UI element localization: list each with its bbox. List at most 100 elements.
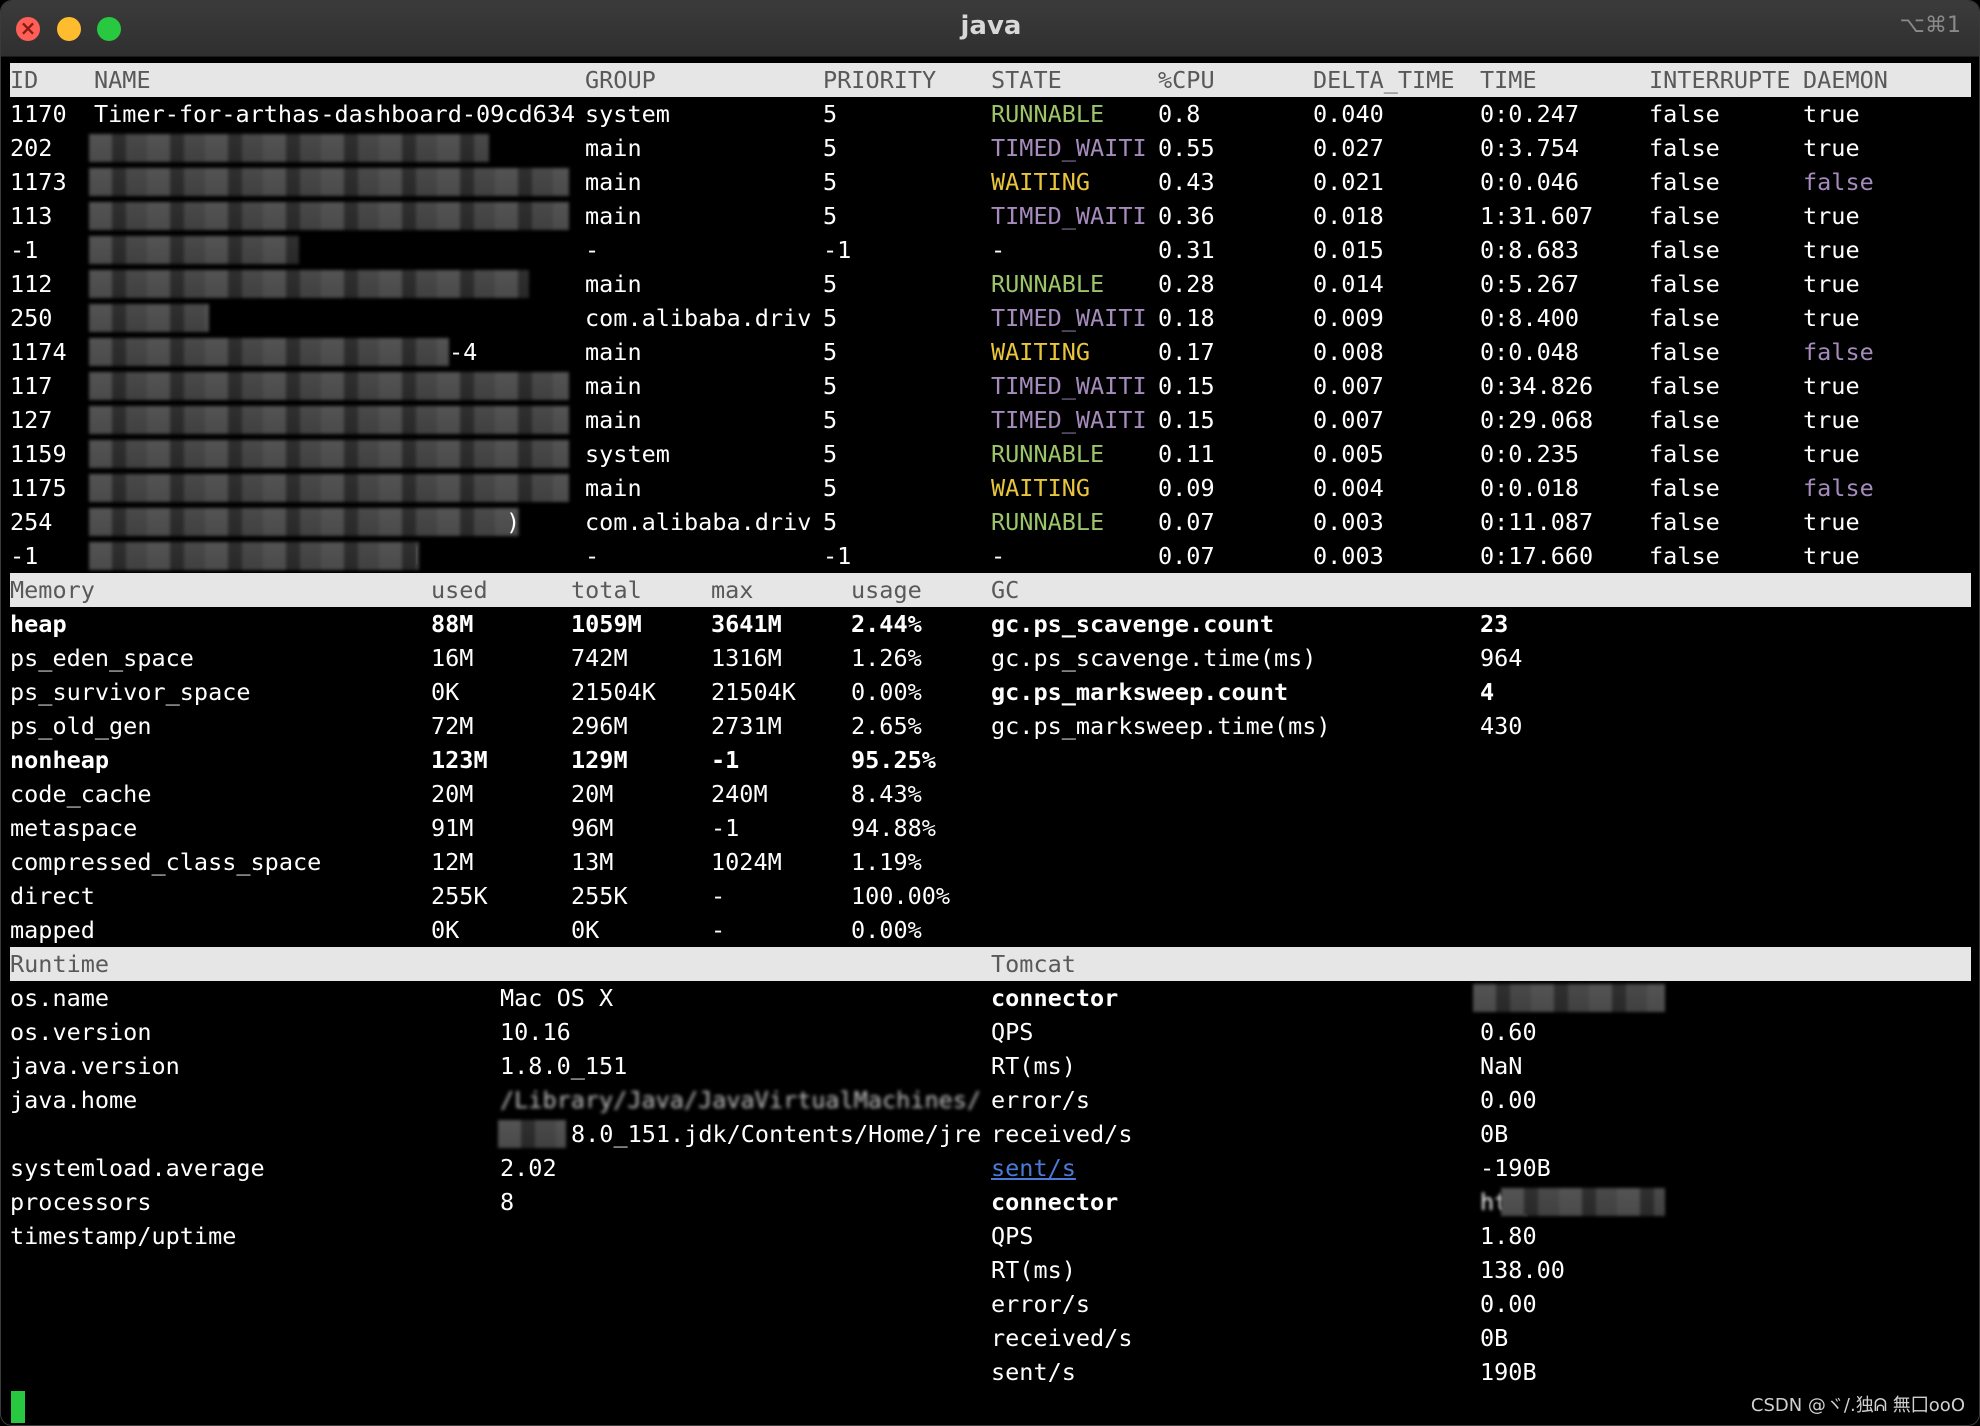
memory-total: 0K	[571, 916, 600, 944]
thread-row[interactable]: -1VM Periodic Task Thread--1-0.070.0030:…	[1, 539, 1979, 573]
thread-priority: 5	[823, 202, 838, 230]
thread-row[interactable]: 250 com.alibaba.driv 5 TIMED_WAITI 0.18 0.009…	[1, 301, 1979, 335]
memory-total: 96M	[571, 814, 614, 842]
tomcat-row[interactable]: RT(ms) NaN	[1, 1049, 1979, 1083]
thread-daemon: true	[1803, 542, 1860, 570]
tomcat-row[interactable]: connectorhttp-nio-7001	[1, 1185, 1979, 1219]
memory-name: nonheap	[10, 746, 110, 774]
memory-row[interactable]: mapped 0K 0K - 0.00%	[1, 913, 1979, 947]
memory-row[interactable]: metaspace 91M 96M -1 94.88%	[1, 811, 1979, 845]
memory-used: 123M	[431, 746, 488, 774]
gc-metric-name: gc.ps_scavenge.time(ms)	[991, 644, 1317, 672]
thread-interrupted: false	[1649, 338, 1720, 366]
col-header-time: TIME	[1480, 66, 1537, 94]
thread-name-suffix: -4	[449, 338, 478, 366]
tomcat-key: RT(ms)	[991, 1256, 1076, 1284]
tomcat-row[interactable]: received/s 0B	[1, 1321, 1979, 1355]
thread-row[interactable]: 1175 main 5 WAITING 0.09 0.004 0:0.018 false fal…	[1, 471, 1979, 505]
thread-row[interactable]: 1174 -4 main 5 WAITING 0.17 0.008 0:0.048 false f…	[1, 335, 1979, 369]
thread-row[interactable]: 254) com.alibaba.driv 5 RUNNABLE 0.07 0.003 0:…	[1, 505, 1979, 539]
thread-delta-time: 0.003	[1313, 542, 1384, 570]
thread-time: 0:0.048	[1480, 338, 1580, 366]
thread-cpu: 0.31	[1158, 236, 1215, 264]
col-header-state: STATE	[991, 66, 1062, 94]
thread-state: RUNNABLE	[991, 508, 1105, 536]
tomcat-row[interactable]: RT(ms) 138.00	[1, 1253, 1979, 1287]
thread-cpu: 0.36	[1158, 202, 1215, 230]
memory-row[interactable]: nonheap 123M 129M -1 95.25%	[1, 743, 1979, 777]
gc-row[interactable]: gc.ps_marksweep.count 4	[1, 675, 1979, 709]
tomcat-sent-link[interactable]: sent/s	[991, 1151, 1076, 1185]
memory-max: 240M	[711, 780, 768, 808]
thread-priority: -1	[823, 542, 852, 570]
memory-row[interactable]: code_cache 20M 20M 240M 8.43%	[1, 777, 1979, 811]
tomcat-row[interactable]: received/s 0B	[1, 1117, 1979, 1151]
tomcat-row[interactable]: QPS 1.80	[1, 1219, 1979, 1253]
tomcat-row[interactable]: sent/s 190B	[1, 1355, 1979, 1389]
thread-cpu: 0.43	[1158, 168, 1215, 196]
thread-group: -	[585, 542, 600, 570]
tomcat-row[interactable]: sent/s -190B	[1, 1151, 1979, 1185]
thread-row[interactable]: 1170 Timer-for-arthas-dashboard-09cd634 sy…	[1, 97, 1979, 131]
redacted-thread-name	[89, 202, 569, 230]
thread-row[interactable]: 202 main 5 TIMED_WAITI 0.55 0.027 0:3.754 false…	[1, 131, 1979, 165]
thread-daemon: true	[1803, 406, 1860, 434]
tomcat-key: QPS	[991, 1222, 1034, 1250]
thread-priority: 5	[823, 508, 838, 536]
gc-row[interactable]: gc.ps_scavenge.time(ms) 964	[1, 641, 1979, 675]
thread-time: 0:3.754	[1480, 134, 1580, 162]
gc-row[interactable]: gc.ps_marksweep.time(ms) 430	[1, 709, 1979, 743]
memory-name: mapped	[10, 916, 95, 944]
memory-name: metaspace	[10, 814, 138, 842]
thread-row[interactable]: 112 main 5 RUNNABLE 0.28 0.014 0:5.267 false tru…	[1, 267, 1979, 301]
tomcat-row[interactable]: connector	[1, 981, 1979, 1015]
memory-used: 20M	[431, 780, 474, 808]
thread-group: main	[585, 372, 642, 400]
memory-row[interactable]: direct 255K 255K - 100.00%	[1, 879, 1979, 913]
redacted-connector-name	[1473, 984, 1665, 1012]
thread-delta-time: 0.007	[1313, 372, 1384, 400]
memory-col-usage: usage	[851, 576, 922, 604]
col-header-interrupted: INTERRUPTE	[1649, 66, 1791, 94]
tomcat-row[interactable]: QPS 0.60	[1, 1015, 1979, 1049]
memory-max: -1	[711, 746, 740, 774]
gc-row[interactable]: gc.ps_scavenge.count 23	[1, 607, 1979, 641]
thread-table-header: ID NAME GROUP PRIORITY STATE %CPU DELTA_…	[10, 63, 1971, 97]
thread-row[interactable]: 1173 main 5 WAITING 0.43 0.021 0:0.046 false fal…	[1, 165, 1979, 199]
thread-interrupted: false	[1649, 100, 1720, 128]
thread-group: system	[585, 440, 670, 468]
memory-gc-header: Memory used total max usage GC	[10, 573, 1971, 607]
thread-delta-time: 0.014	[1313, 270, 1384, 298]
thread-interrupted: false	[1649, 508, 1720, 536]
thread-daemon: true	[1803, 372, 1860, 400]
memory-row[interactable]: compressed_class_space 12M 13M 1024M 1.19%	[1, 845, 1979, 879]
thread-row[interactable]: 113 main 5 TIMED_WAITI 0.36 0.018 1:31.607 fals…	[1, 199, 1979, 233]
thread-state: RUNNABLE	[991, 270, 1105, 298]
thread-interrupted: false	[1649, 440, 1720, 468]
gc-metric-value: 4	[1480, 678, 1495, 706]
thread-time: 0:0.247	[1480, 100, 1580, 128]
thread-group: main	[585, 168, 642, 196]
thread-priority: -1	[823, 236, 852, 264]
thread-id: 1170	[10, 100, 67, 128]
memory-max: -	[711, 916, 726, 944]
thread-interrupted: false	[1649, 236, 1720, 264]
thread-state: WAITING	[991, 474, 1091, 502]
tomcat-key: error/s	[991, 1086, 1091, 1114]
thread-interrupted: false	[1649, 542, 1720, 570]
thread-group: main	[585, 474, 642, 502]
thread-id: 202	[10, 134, 53, 162]
memory-total: 255K	[571, 882, 628, 910]
thread-row[interactable]: -1 - -1 - 0.31 0.015 0:8.683 false true	[1, 233, 1979, 267]
tomcat-row[interactable]: error/s 0.00	[1, 1083, 1979, 1117]
tomcat-row[interactable]: error/s 0.00	[1, 1287, 1979, 1321]
thread-name: Timer-for-arthas-dashboard-09cd634	[94, 100, 576, 128]
thread-row[interactable]: 127 main 5 TIMED_WAITI 0.15 0.007 0:29.068 fals…	[1, 403, 1979, 437]
thread-row[interactable]: 1159 system 5 RUNNABLE 0.11 0.005 0:0.235 false…	[1, 437, 1979, 471]
gc-metric-name: gc.ps_marksweep.count	[991, 678, 1289, 706]
tomcat-value: 0B	[1480, 1120, 1509, 1148]
thread-row[interactable]: 117 main 5 TIMED_WAITI 0.15 0.007 0:34.826 fals…	[1, 369, 1979, 403]
gc-metric-value: 964	[1480, 644, 1523, 672]
thread-delta-time: 0.004	[1313, 474, 1384, 502]
thread-id: 1173	[10, 168, 67, 196]
